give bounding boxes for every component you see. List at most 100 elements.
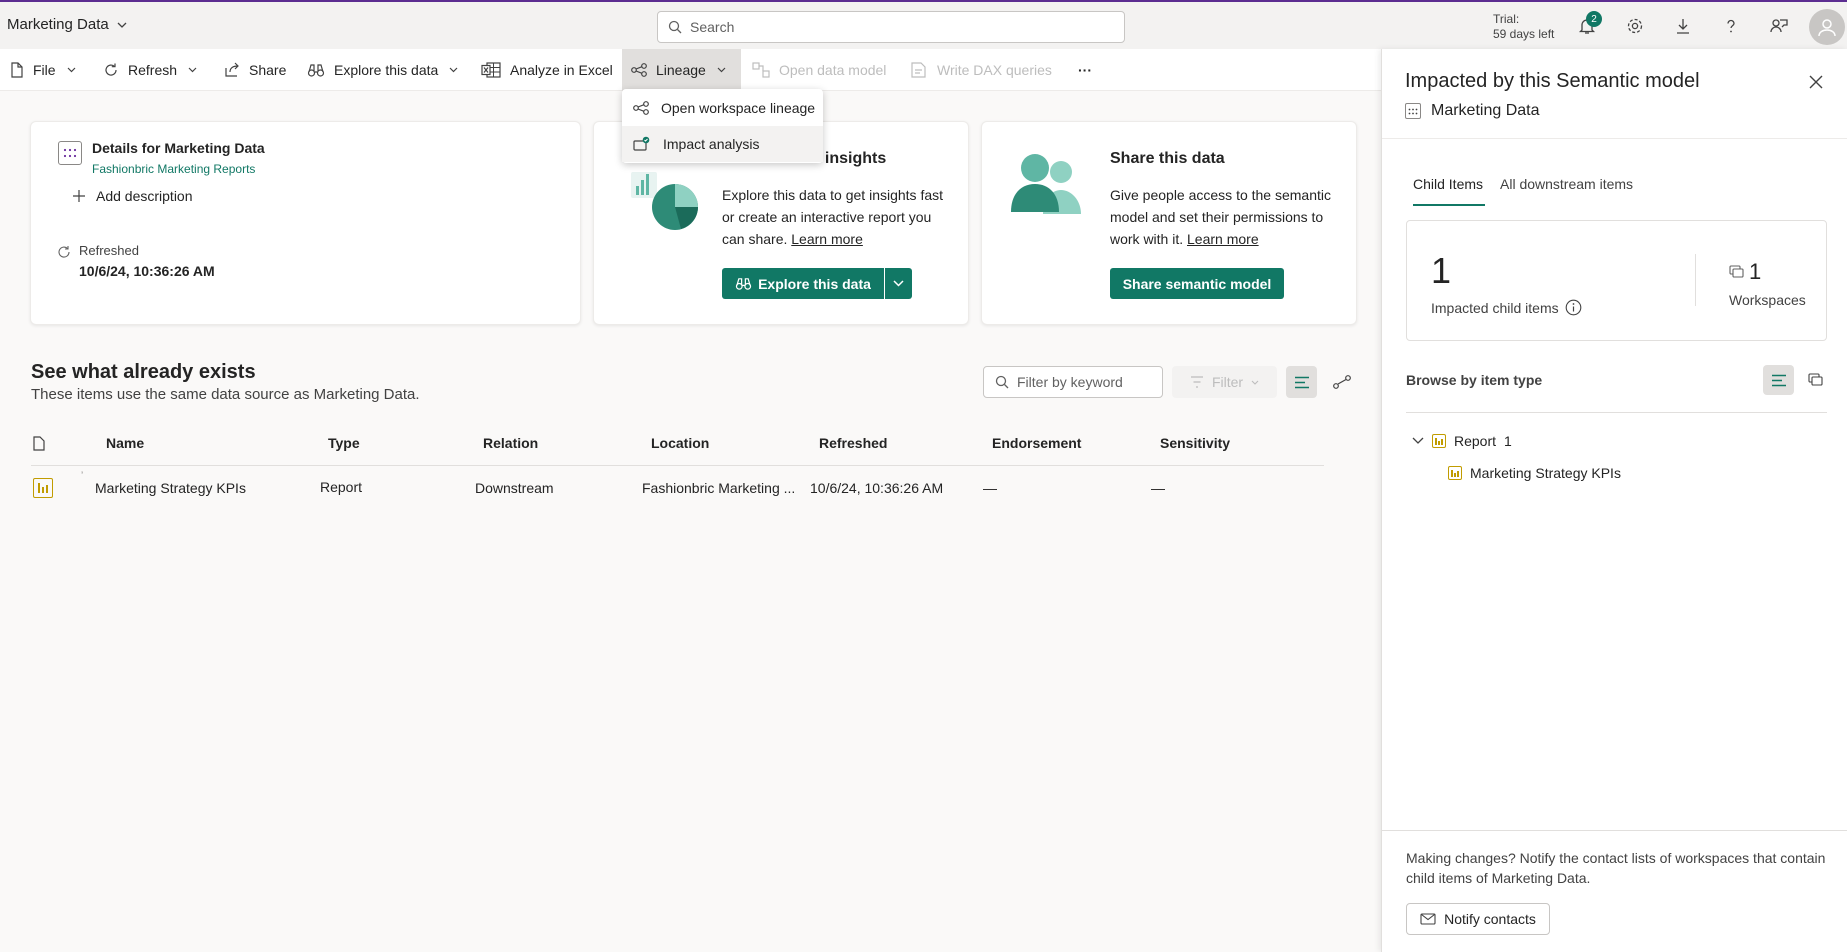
settings-button[interactable] xyxy=(1624,15,1646,37)
insights-illustration xyxy=(631,172,698,230)
panel-subtitle-row: Marketing Data xyxy=(1405,102,1540,120)
panel-footer-text: Making changes? Notify the contact lists… xyxy=(1406,848,1825,888)
browse-divider xyxy=(1406,412,1827,413)
analyze-in-excel-button[interactable]: Analyze in Excel xyxy=(481,49,613,91)
open-data-model-button[interactable]: Open data model xyxy=(752,49,886,91)
trial-status[interactable]: Trial: 59 days left xyxy=(1493,12,1554,42)
row-name-link[interactable]: Marketing Strategy KPIs xyxy=(95,480,246,496)
menu-item-impact-analysis[interactable]: Impact analysis xyxy=(622,126,823,162)
details-card: Details for Marketing Data Fashionbric M… xyxy=(30,121,581,325)
share-learn-more-link[interactable]: Learn more xyxy=(1187,231,1259,247)
lineage-dropdown-menu: Open workspace lineage Impact analysis xyxy=(622,89,823,163)
search-icon xyxy=(668,20,682,34)
user-avatar[interactable] xyxy=(1809,9,1845,45)
explore-this-data-card-button[interactable]: Explore this data xyxy=(722,268,884,299)
notify-contacts-button[interactable]: Notify contacts xyxy=(1406,903,1550,935)
help-button[interactable] xyxy=(1720,15,1742,37)
existing-section-subtitle: These items use the same data source as … xyxy=(31,386,420,403)
lineage-icon xyxy=(1332,375,1351,389)
download-button[interactable] xyxy=(1672,15,1694,37)
explore-button-label: Explore this data xyxy=(758,275,871,292)
explore-label: Explore this data xyxy=(334,62,439,78)
filter-keyword-input[interactable]: Filter by keyword xyxy=(983,366,1163,398)
help-icon xyxy=(1727,19,1735,33)
explore-this-data-button[interactable]: Explore this data xyxy=(307,49,458,91)
column-header-name[interactable]: Name xyxy=(106,435,144,451)
app-title: Marketing Data xyxy=(7,16,109,33)
write-dax-queries-button[interactable]: Write DAX queries xyxy=(910,49,1052,91)
report-icon xyxy=(1448,466,1462,480)
share-card: Share this data Give people access to th… xyxy=(981,121,1357,325)
refresh-icon xyxy=(105,63,117,76)
explore-split-button: Explore this data xyxy=(722,268,912,299)
share-label: Share xyxy=(249,62,287,78)
tree-view-toggle[interactable] xyxy=(1763,365,1794,395)
impacted-label-row: Impacted child items xyxy=(1431,299,1582,316)
share-feedback-button[interactable] xyxy=(1768,15,1790,37)
tab-child-items[interactable]: Child Items xyxy=(1413,176,1483,192)
search-icon xyxy=(995,375,1009,389)
insights-body-line: Explore this data to get insights fast xyxy=(722,187,944,203)
list-view-toggle[interactable] xyxy=(1286,366,1317,398)
refresh-status-icon xyxy=(58,246,70,258)
info-icon[interactable] xyxy=(1565,299,1582,316)
more-options-button[interactable]: ··· xyxy=(1078,49,1092,91)
workspace-count-row: 1 xyxy=(1729,259,1761,285)
excel-icon xyxy=(481,62,501,78)
app-title-switcher[interactable]: Marketing Data xyxy=(7,16,127,33)
binoculars-icon xyxy=(307,64,325,77)
refresh-button[interactable]: Refresh xyxy=(103,49,197,91)
tree-group-report[interactable]: Report 1 xyxy=(1412,433,1512,449)
workspaces-icon xyxy=(1807,373,1823,386)
details-title: Details for Marketing Data xyxy=(92,140,265,156)
analyze-label: Analyze in Excel xyxy=(510,62,613,78)
row-location-link[interactable]: Fashionbric Marketing ... xyxy=(642,480,795,496)
mail-icon xyxy=(1420,913,1436,925)
close-icon[interactable] xyxy=(1809,75,1823,89)
lineage-icon xyxy=(631,63,647,77)
column-header-type[interactable]: Type xyxy=(328,435,360,451)
chevron-down-icon xyxy=(1412,437,1424,444)
impact-analysis-panel: Impacted by this Semantic model Marketin… xyxy=(1381,49,1847,952)
share-semantic-model-button[interactable]: Share semantic model xyxy=(1110,268,1284,299)
file-menu-button[interactable]: File xyxy=(10,49,76,91)
row-relation: Downstream xyxy=(475,480,554,496)
tab-all-downstream-items[interactable]: All downstream items xyxy=(1500,176,1633,192)
download-icon xyxy=(1677,19,1689,34)
search-input[interactable]: Search xyxy=(657,11,1125,43)
insights-body-line: or create an interactive report you xyxy=(722,209,932,225)
column-header-sensitivity[interactable]: Sensitivity xyxy=(1160,435,1230,451)
lineage-menu-button[interactable]: Lineage xyxy=(622,49,741,91)
new-item-marker: ʼ xyxy=(81,471,84,482)
column-header-relation[interactable]: Relation xyxy=(483,435,538,451)
browse-by-type-label: Browse by item type xyxy=(1406,372,1543,388)
person-icon xyxy=(1818,19,1836,37)
refresh-label: Refresh xyxy=(128,62,178,78)
workspace-link[interactable]: Fashionbric Marketing Reports xyxy=(92,162,255,176)
panel-footer-divider xyxy=(1382,830,1847,831)
add-description-label: Add description xyxy=(96,188,193,204)
list-view-icon xyxy=(1294,376,1309,388)
filter-keyword-placeholder: Filter by keyword xyxy=(1017,374,1123,390)
share-button[interactable]: Share xyxy=(224,49,286,91)
plus-icon xyxy=(73,190,85,202)
filter-button[interactable]: Filter xyxy=(1172,366,1277,398)
workspace-view-toggle[interactable] xyxy=(1800,365,1831,395)
add-description-button[interactable]: Add description xyxy=(72,188,193,204)
column-header-refreshed[interactable]: Refreshed xyxy=(819,435,887,451)
report-icon xyxy=(1432,434,1446,448)
workspace-count: 1 xyxy=(1749,259,1762,284)
column-header-location[interactable]: Location xyxy=(651,435,709,451)
share-body-line: model and set their permissions to xyxy=(1110,209,1324,225)
tree-group-count: 1 xyxy=(1504,433,1512,449)
insights-learn-more-link[interactable]: Learn more xyxy=(791,231,863,247)
existing-section-title: See what already exists xyxy=(31,361,256,383)
lineage-view-toggle[interactable] xyxy=(1326,366,1357,398)
chevron-down-icon xyxy=(188,67,197,73)
menu-item-open-workspace-lineage[interactable]: Open workspace lineage xyxy=(622,90,823,126)
tree-item-marketing-strategy-kpis[interactable]: Marketing Strategy KPIs xyxy=(1448,465,1621,481)
insights-body: Explore this data to get insights fast o… xyxy=(722,184,943,250)
column-header-endorsement[interactable]: Endorsement xyxy=(992,435,1081,451)
explore-options-dropdown[interactable] xyxy=(885,268,912,299)
panel-subtitle: Marketing Data xyxy=(1431,102,1540,119)
